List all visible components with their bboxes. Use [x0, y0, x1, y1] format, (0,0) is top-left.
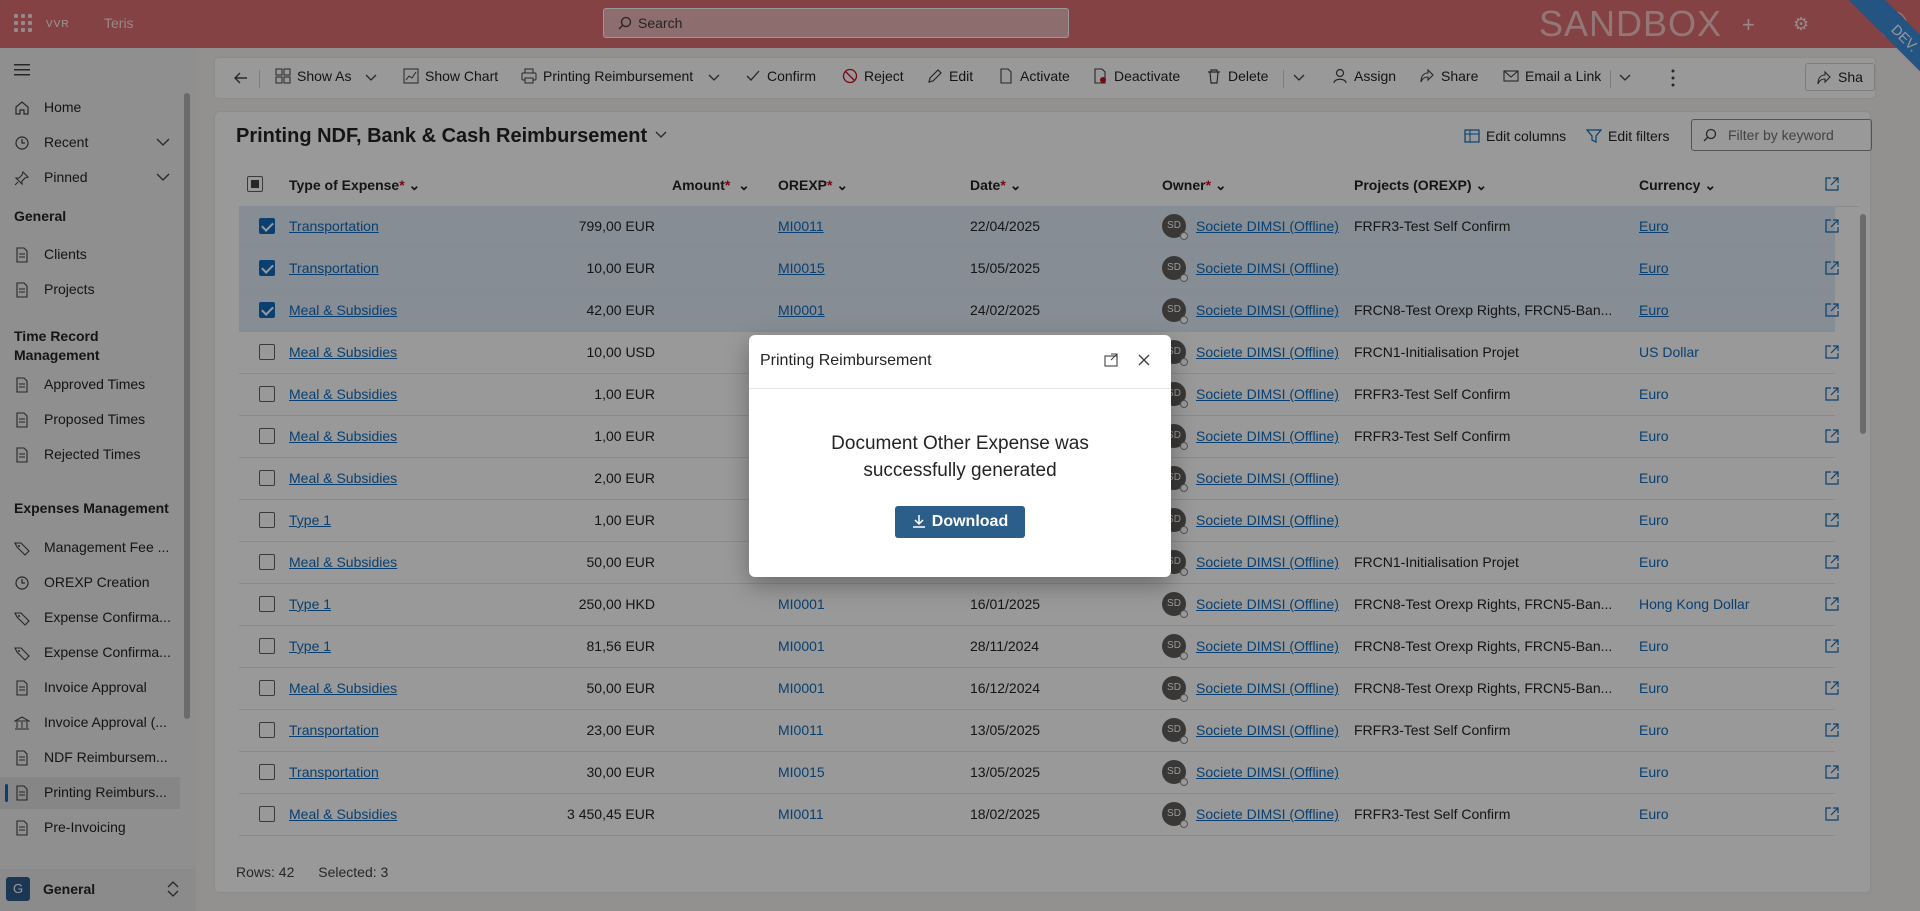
download-icon	[912, 515, 925, 528]
expand-icon[interactable]	[1104, 353, 1118, 367]
printing-reimbursement-dialog: Printing Reimbursement Document Other Ex…	[749, 335, 1171, 577]
dialog-message: Document Other Expense was successfully …	[831, 433, 1089, 481]
dialog-title: Printing Reimbursement	[760, 352, 932, 369]
download-label: Download	[931, 513, 1009, 530]
download-button[interactable]: Download	[895, 506, 1025, 538]
close-icon[interactable]	[1137, 353, 1151, 367]
